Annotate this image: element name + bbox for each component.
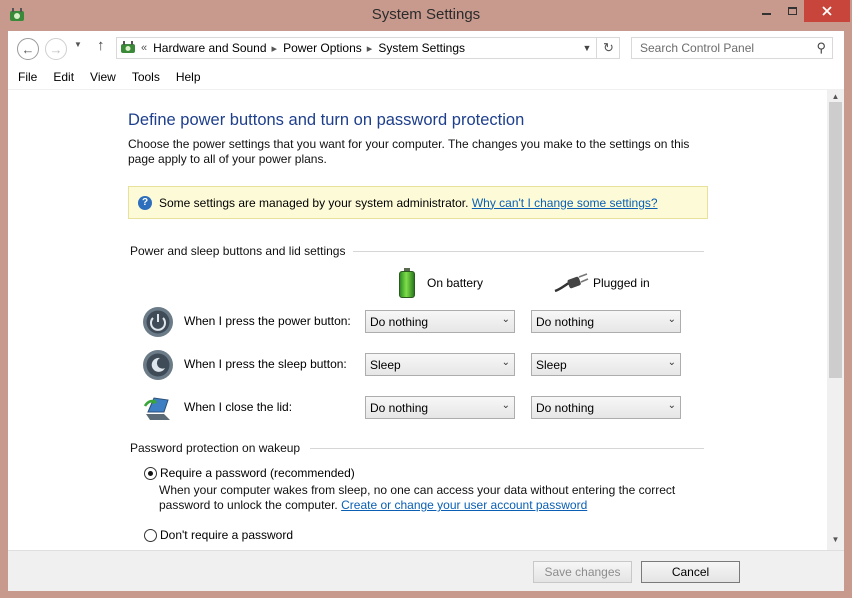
cancel-button[interactable]: Cancel xyxy=(641,561,740,583)
power-button-row: When I press the power button: Do nothin… xyxy=(142,306,702,337)
section-divider xyxy=(310,448,704,449)
minimize-button[interactable] xyxy=(752,0,780,22)
chevron-down-icon: ⌄ xyxy=(501,357,510,368)
breadcrumb-power-options[interactable]: Power Options xyxy=(283,41,362,55)
arrow-up-icon: ↑ xyxy=(97,37,105,54)
minimize-icon xyxy=(761,13,771,15)
window: System Settings ← → ▼ ↑ « Hardware and S… xyxy=(0,0,852,598)
require-password-label[interactable]: Require a password (recommended) xyxy=(160,466,355,480)
battery-icon xyxy=(398,268,416,298)
close-lid-row: When I close the lid: Do nothing ⌄ Do not… xyxy=(142,392,702,422)
column-plugged-in: Plugged in xyxy=(553,271,650,295)
maximize-button[interactable] xyxy=(780,0,804,22)
info-text: Some settings are managed by your system… xyxy=(159,195,469,210)
forward-button[interactable]: → xyxy=(45,38,67,60)
breadcrumb-hardware-and-sound[interactable]: Hardware and Sound xyxy=(153,41,266,55)
arrow-right-icon: → xyxy=(49,41,63,57)
arrow-left-icon: ← xyxy=(21,41,35,57)
close-button[interactable] xyxy=(804,0,850,22)
power-plug-icon xyxy=(554,273,589,293)
window-title: System Settings xyxy=(371,6,481,23)
dont-require-password-radio[interactable] xyxy=(144,528,157,542)
selected-value: Sleep xyxy=(536,357,567,372)
menu-bar: File Edit View Tools Help xyxy=(8,65,844,89)
menu-help[interactable]: Help xyxy=(166,70,207,84)
scroll-thumb[interactable] xyxy=(829,102,842,378)
close-icon xyxy=(822,6,832,16)
create-password-link[interactable]: Create or change your user account passw… xyxy=(341,498,587,512)
title-bar: System Settings xyxy=(0,0,852,31)
menu-view[interactable]: View xyxy=(80,70,122,84)
sleep-button-battery-select[interactable]: Sleep ⌄ xyxy=(365,353,515,376)
breadcrumb-separator-icon[interactable]: ▸ xyxy=(367,42,373,55)
chevron-down-icon: ⌄ xyxy=(667,314,676,325)
on-battery-label: On battery xyxy=(427,276,484,290)
close-lid-battery-select[interactable]: Do nothing ⌄ xyxy=(365,396,515,419)
section-divider xyxy=(353,251,704,252)
close-lid-plugged-select[interactable]: Do nothing ⌄ xyxy=(531,396,681,419)
selected-value: Do nothing xyxy=(370,314,429,329)
sleep-button-row: When I press the sleep button: Sleep ⌄ Sl… xyxy=(142,349,702,380)
selected-value: Do nothing xyxy=(536,400,595,415)
plugged-in-label: Plugged in xyxy=(593,276,650,290)
search-icon[interactable]: ⚲ xyxy=(816,40,826,56)
content-pane: Define power buttons and turn on passwor… xyxy=(8,89,844,551)
menu-file[interactable]: File xyxy=(8,70,43,84)
search-placeholder: Search Control Panel xyxy=(640,41,755,55)
power-button-battery-select[interactable]: Do nothing ⌄ xyxy=(365,310,515,333)
close-lid-label: When I close the lid: xyxy=(184,400,293,414)
selected-value: Do nothing xyxy=(536,314,595,329)
back-button[interactable]: ← xyxy=(17,38,39,60)
require-password-option[interactable]: Require a password (recommended) xyxy=(144,466,355,480)
chevron-down-icon: ▼ xyxy=(582,43,592,53)
why-cant-change-link[interactable]: Why can't I change some settings? xyxy=(472,196,658,210)
footer-bar: Save changes Cancel xyxy=(8,550,844,591)
dont-require-password-label[interactable]: Don't require a password xyxy=(160,528,293,542)
power-button-label: When I press the power button: xyxy=(184,314,351,328)
power-button-icon xyxy=(143,307,173,337)
breadcrumb-overflow[interactable]: « xyxy=(141,42,147,54)
power-buttons-section-title: Power and sleep buttons and lid settings xyxy=(130,244,346,258)
chevron-down-icon: ▼ xyxy=(74,40,82,49)
dont-require-password-option[interactable]: Don't require a password xyxy=(144,528,293,542)
page-title: Define power buttons and turn on passwor… xyxy=(128,111,525,129)
save-changes-button[interactable]: Save changes xyxy=(533,561,632,583)
chevron-down-icon: ⌄ xyxy=(501,400,510,411)
search-input[interactable]: Search Control Panel ⚲ xyxy=(631,37,833,59)
selected-value: Sleep xyxy=(370,357,401,372)
breadcrumb-separator-icon[interactable]: ▸ xyxy=(272,42,278,55)
admin-info-bar: ? Some settings are managed by your syst… xyxy=(128,186,708,219)
recent-locations-button[interactable]: ▼ xyxy=(74,40,82,49)
chevron-down-icon: ⌄ xyxy=(501,314,510,325)
page-description: Choose the power settings that you want … xyxy=(128,137,690,166)
address-history-button[interactable]: ▼ xyxy=(578,38,596,58)
menu-edit[interactable]: Edit xyxy=(43,70,80,84)
up-button[interactable]: ↑ xyxy=(97,37,105,54)
scroll-down-icon[interactable]: ▼ xyxy=(827,535,844,549)
address-bar: ← → ▼ ↑ « Hardware and Sound ▸ Power Opt… xyxy=(8,31,844,65)
selected-value: Do nothing xyxy=(370,400,429,415)
chevron-down-icon: ⌄ xyxy=(667,400,676,411)
info-icon: ? xyxy=(138,195,152,210)
require-password-radio[interactable] xyxy=(144,466,157,480)
client-area: ← → ▼ ↑ « Hardware and Sound ▸ Power Opt… xyxy=(8,31,844,591)
control-panel-icon xyxy=(121,41,135,53)
maximize-icon xyxy=(787,7,797,15)
sleep-button-plugged-select[interactable]: Sleep ⌄ xyxy=(531,353,681,376)
chevron-down-icon: ⌄ xyxy=(667,357,676,368)
require-password-description: When your computer wakes from sleep, no … xyxy=(159,483,699,513)
sleep-button-label: When I press the sleep button: xyxy=(184,357,347,371)
breadcrumb[interactable]: « Hardware and Sound ▸ Power Options ▸ S… xyxy=(116,37,620,59)
refresh-button[interactable]: ↻ xyxy=(596,37,620,59)
refresh-icon: ↻ xyxy=(603,40,614,55)
menu-tools[interactable]: Tools xyxy=(122,70,166,84)
laptop-lid-icon xyxy=(143,397,170,420)
column-on-battery: On battery xyxy=(398,268,483,298)
sleep-button-icon xyxy=(143,350,173,380)
password-section-title: Password protection on wakeup xyxy=(130,441,301,455)
breadcrumb-system-settings[interactable]: System Settings xyxy=(378,41,465,55)
power-button-plugged-select[interactable]: Do nothing ⌄ xyxy=(531,310,681,333)
vertical-scrollbar[interactable]: ▲ ▼ xyxy=(827,90,844,551)
